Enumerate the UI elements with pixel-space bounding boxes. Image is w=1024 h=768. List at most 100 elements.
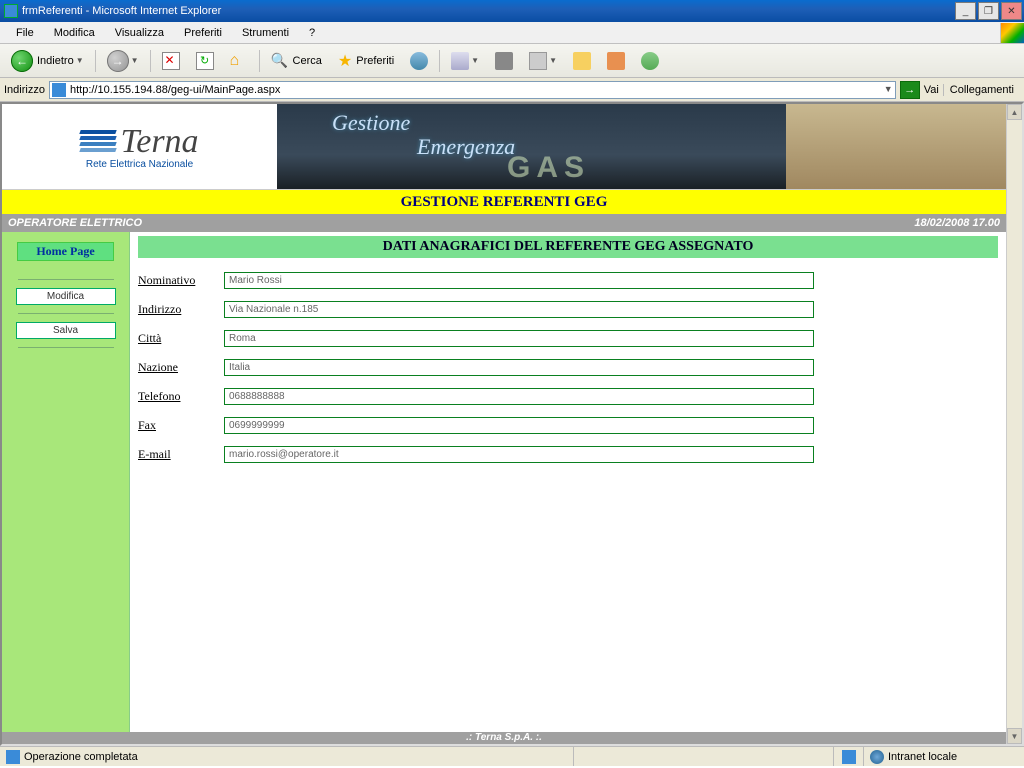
status-bar: Operazione completata Intranet locale	[0, 746, 1024, 766]
form-title: DATI ANAGRAFICI DEL REFERENTE GEG ASSEGN…	[138, 236, 998, 258]
banner: Terna Rete Elettrica Nazionale Gestione …	[2, 104, 1006, 190]
back-button[interactable]: ← Indietro ▼	[6, 49, 89, 73]
window-titlebar: frmReferenti - Microsoft Internet Explor…	[0, 0, 1024, 22]
zone-icon	[870, 750, 884, 764]
address-bar: Indirizzo ▼ → Vai Collegamenti	[0, 78, 1024, 102]
form-row-nazione: Nazione	[138, 359, 998, 376]
field-label: Fax	[138, 418, 224, 433]
research-icon	[607, 52, 625, 70]
form-row-citta: Città	[138, 330, 998, 347]
main-content: DATI ANAGRAFICI DEL REFERENTE GEG ASSEGN…	[130, 232, 1006, 732]
research-button[interactable]	[602, 49, 630, 73]
sidebar-divider	[18, 313, 114, 314]
banner-photo	[786, 104, 1006, 189]
messenger-button[interactable]	[636, 49, 664, 73]
scroll-down-icon[interactable]: ▼	[1007, 728, 1022, 744]
page-icon	[52, 83, 66, 97]
menu-view[interactable]: Visualizza	[107, 25, 172, 41]
salva-button[interactable]: Salva	[16, 322, 116, 339]
banner-overlay-1: Gestione	[332, 110, 410, 136]
chevron-down-icon: ▼	[131, 56, 139, 65]
stop-button[interactable]	[157, 49, 185, 73]
field-label: E-mail	[138, 447, 224, 462]
window-minimize-button[interactable]: _	[955, 2, 976, 20]
favorites-label: Preferiti	[356, 55, 394, 67]
scrollbar[interactable]: ▲ ▼	[1006, 104, 1022, 744]
banner-overlay-2: Emergenza	[417, 134, 515, 160]
folder-button[interactable]	[568, 49, 596, 73]
forward-arrow-icon: →	[107, 50, 129, 72]
menu-favorites[interactable]: Preferiti	[176, 25, 230, 41]
toolbar-separator	[150, 50, 151, 72]
telefono-input[interactable]	[224, 388, 814, 405]
menu-help[interactable]: ?	[301, 25, 323, 41]
sidebar-divider	[18, 347, 114, 348]
refresh-icon: ↻	[196, 52, 214, 70]
toolbar-separator	[439, 50, 440, 72]
sidebar: Home Page Modifica Salva	[2, 232, 130, 732]
print-button[interactable]	[490, 49, 518, 73]
role-bar: OPERATORE ELETTRICO 18/02/2008 17.00	[2, 214, 1006, 232]
form-row-email: E-mail	[138, 446, 998, 463]
logo-stripes-icon	[80, 130, 116, 154]
history-icon	[410, 52, 428, 70]
field-label: Nazione	[138, 360, 224, 375]
menu-edit[interactable]: Modifica	[46, 25, 103, 41]
refresh-button[interactable]: ↻	[191, 49, 219, 73]
back-label: Indietro	[37, 55, 74, 67]
favorites-button[interactable]: ★ Preferiti	[333, 49, 399, 73]
chevron-down-icon[interactable]: ▼	[884, 84, 893, 94]
address-input[interactable]	[49, 81, 896, 99]
mail-button[interactable]: ▼	[446, 49, 484, 73]
zone-label: Intranet locale	[888, 751, 957, 763]
window-restore-button[interactable]: ❐	[978, 2, 999, 20]
form-row-telefono: Telefono	[138, 388, 998, 405]
go-label: Vai	[924, 84, 939, 96]
logo-subtitle: Rete Elettrica Nazionale	[86, 159, 193, 170]
search-button[interactable]: 🔍 Cerca	[266, 49, 327, 73]
address-label: Indirizzo	[4, 84, 45, 96]
ie-small-icon	[842, 750, 856, 764]
forward-button[interactable]: → ▼	[102, 49, 144, 73]
go-button[interactable]: →	[900, 81, 920, 99]
search-icon: 🔍	[271, 52, 289, 70]
modifica-button[interactable]: Modifica	[16, 288, 116, 305]
links-toolbar-label[interactable]: Collegamenti	[943, 84, 1020, 96]
edit-button[interactable]: ▼	[524, 49, 562, 73]
menu-bar: File Modifica Visualizza Preferiti Strum…	[0, 22, 1024, 44]
home-button[interactable]: ⌂	[225, 49, 253, 73]
citta-input[interactable]	[224, 330, 814, 347]
indirizzo-input[interactable]	[224, 301, 814, 318]
toolbar: ← Indietro ▼ → ▼ ↻ ⌂ 🔍 Cerca ★ Preferiti…	[0, 44, 1024, 78]
field-label: Indirizzo	[138, 302, 224, 317]
history-button[interactable]	[405, 49, 433, 73]
menu-tools[interactable]: Strumenti	[234, 25, 297, 41]
window-title: frmReferenti - Microsoft Internet Explor…	[22, 5, 955, 17]
stop-icon	[162, 52, 180, 70]
page-title-bar: GESTIONE REFERENTI GEG	[2, 190, 1006, 214]
scroll-track[interactable]	[1007, 120, 1022, 728]
field-label: Città	[138, 331, 224, 346]
field-label: Telefono	[138, 389, 224, 404]
scroll-up-icon[interactable]: ▲	[1007, 104, 1022, 120]
form-row-nominativo: Nominativo	[138, 272, 998, 289]
folder-icon	[573, 52, 591, 70]
nazione-input[interactable]	[224, 359, 814, 376]
edit-icon	[529, 52, 547, 70]
search-label: Cerca	[293, 55, 322, 67]
window-close-button[interactable]: ✕	[1001, 2, 1022, 20]
sidebar-divider	[18, 279, 114, 280]
toolbar-separator	[95, 50, 96, 72]
menu-file[interactable]: File	[8, 25, 42, 41]
print-icon	[495, 52, 513, 70]
email-input[interactable]	[224, 446, 814, 463]
nominativo-input[interactable]	[224, 272, 814, 289]
form-row-fax: Fax	[138, 417, 998, 434]
people-icon	[641, 52, 659, 70]
sidebar-home-link[interactable]: Home Page	[17, 242, 113, 261]
status-text: Operazione completata	[24, 751, 138, 763]
form-row-indirizzo: Indirizzo	[138, 301, 998, 318]
chevron-down-icon: ▼	[76, 56, 84, 65]
toolbar-separator	[259, 50, 260, 72]
fax-input[interactable]	[224, 417, 814, 434]
